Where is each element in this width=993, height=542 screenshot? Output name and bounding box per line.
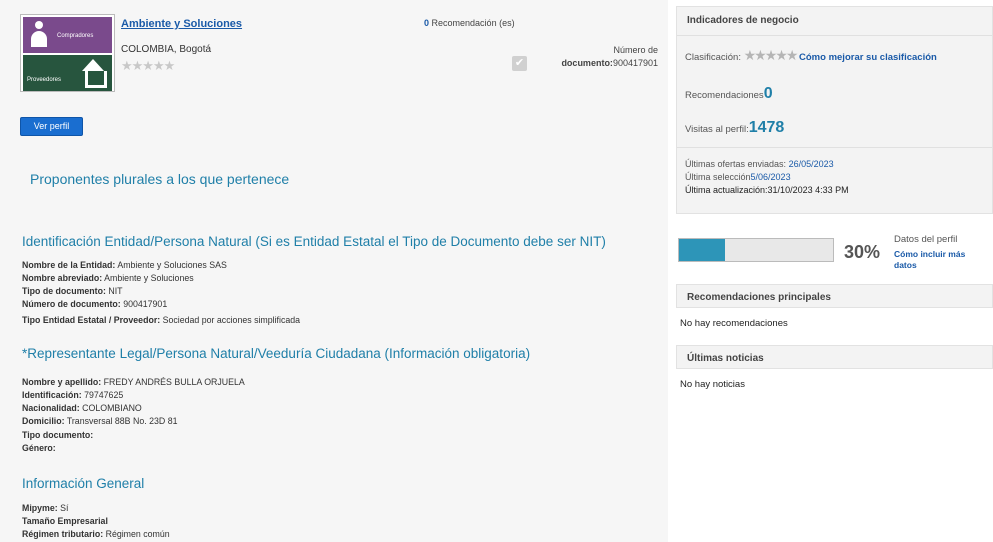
doc-number-label-2: documento:: [561, 58, 613, 68]
doc-number-label-1: Número de: [613, 45, 658, 55]
field-label: Tipo Entidad Estatal / Proveedor:: [22, 315, 161, 325]
field-row: Número de documento: 900417901: [22, 299, 167, 309]
field-value: Ambiente y Soluciones SAS: [117, 260, 227, 270]
field-value: Ambiente y Soluciones: [104, 273, 194, 283]
field-value: Sociedad por acciones simplificada: [162, 315, 301, 325]
document-number: Número de documento:900417901: [561, 44, 658, 70]
recommendations-number[interactable]: 0: [424, 18, 429, 28]
main-content: Compradores Proveedores Ambiente y Soluc…: [0, 0, 668, 542]
recomendaciones-principales-header: Recomendaciones principales: [676, 284, 993, 308]
field-label: Número de documento:: [22, 299, 121, 309]
field-row: Tipo Entidad Estatal / Proveedor: Socied…: [22, 315, 300, 325]
ultima-actualizacion-value: 31/10/2023 4:33 PM: [767, 185, 849, 195]
field-value: COLOMBIANO: [82, 403, 142, 413]
field-label: Identificación:: [22, 390, 82, 400]
logo-compradores-band: Compradores: [23, 17, 112, 53]
ver-perfil-button[interactable]: Ver perfil: [20, 117, 83, 136]
plural-proponents-title: Proponentes plurales a los que pertenece: [30, 171, 290, 187]
company-location: COLOMBIA, Bogotá: [121, 44, 212, 55]
rating-stars-icon: ★★★★★: [121, 58, 175, 73]
field-row: Mipyme: Sí: [22, 503, 68, 513]
field-label: Nacionalidad:: [22, 403, 80, 413]
field-row: Nombre y apellido: FREDY ANDRÉS BULLA OR…: [22, 377, 245, 387]
field-label: Tipo documento:: [22, 430, 94, 440]
field-label: Género:: [22, 443, 56, 453]
recomendaciones-value[interactable]: 0: [764, 85, 773, 102]
profile-progress-fill: [679, 239, 726, 261]
field-value: 900417901: [123, 299, 168, 309]
recommendations-count: 0 Recomendación (es): [424, 18, 515, 28]
ultima-actualizacion-label: Última actualización:: [685, 185, 768, 195]
clasificacion-label: Clasificación:: [685, 52, 741, 63]
ultimas-ofertas-value[interactable]: 26/05/2023: [789, 159, 834, 169]
no-noticias-text: No hay noticias: [680, 379, 745, 390]
recommendations-label: Recomendación (es): [431, 18, 515, 28]
field-label: Nombre de la Entidad:: [22, 260, 116, 270]
field-value: NIT: [108, 286, 123, 296]
field-label: Nombre y apellido:: [22, 377, 102, 387]
clasificacion-row: Clasificación: ★★★★★ Cómo mejorar su cla…: [685, 47, 937, 64]
field-label: Tamaño Empresarial: [22, 516, 108, 526]
field-label: Nombre abreviado:: [22, 273, 103, 283]
profile-percent: 30%: [844, 242, 881, 262]
ultima-actualizacion-row: Última actualización:31/10/2023 4:33 PM: [685, 185, 849, 195]
informacion-general-title: Información General: [22, 476, 145, 491]
ultima-seleccion-label: Última selección: [685, 172, 751, 182]
field-label: Mipyme:: [22, 503, 58, 513]
field-row: Nombre abreviado: Ambiente y Soluciones: [22, 273, 194, 283]
identificacion-title: Identificación Entidad/Persona Natural (…: [22, 234, 606, 249]
field-value: Sí: [60, 503, 69, 513]
field-row: Nombre de la Entidad: Ambiente y Solucio…: [22, 260, 227, 270]
logo-top-text: Compradores: [57, 33, 94, 39]
visitas-row: Visitas al perfil:1478: [685, 119, 784, 137]
no-recomendaciones-text: No hay recomendaciones: [680, 318, 788, 329]
field-label: Régimen tributario:: [22, 529, 104, 539]
field-row: Tamaño Empresarial: [22, 516, 108, 526]
company-logo: Compradores Proveedores: [20, 14, 115, 92]
field-value: Régimen común: [105, 529, 170, 539]
ultimas-noticias-header: Últimas noticias: [676, 345, 993, 369]
recomendaciones-row: Recomendaciones0: [685, 85, 773, 103]
representante-title: *Representante Legal/Persona Natural/Vee…: [22, 346, 531, 361]
person-icon: [29, 21, 49, 49]
logo-proveedores-band: Proveedores: [23, 55, 112, 91]
field-row: Nacionalidad: COLOMBIANO: [22, 403, 142, 413]
field-value: Transversal 88B No. 23D 81: [66, 416, 178, 426]
company-name-link[interactable]: Ambiente y Soluciones: [121, 18, 242, 30]
recomendaciones-label: Recomendaciones: [685, 90, 764, 101]
field-row: Tipo documento:: [22, 430, 93, 440]
ultimas-ofertas-label: Últimas ofertas enviadas:: [685, 159, 787, 169]
field-value: FREDY ANDRÉS BULLA ORJUELA: [103, 377, 245, 387]
indicadores-box: Indicadores de negocio Clasificación: ★★…: [676, 6, 993, 214]
mejorar-clasificacion-link[interactable]: Cómo mejorar su clasificación: [799, 52, 937, 63]
field-row: Identificación: 79747625: [22, 390, 123, 400]
field-row: Género:: [22, 443, 56, 453]
ultima-seleccion-row: Última selección5/06/2023: [685, 172, 791, 182]
datos-perfil-label: Datos del perfil: [894, 234, 958, 245]
visitas-label: Visitas al perfil:: [685, 124, 749, 135]
visitas-value: 1478: [748, 119, 785, 136]
recomendaciones-principales-title: Recomendaciones principales: [687, 292, 831, 303]
clasificacion-stars-icon: ★★★★★: [743, 47, 799, 63]
verified-check-icon: ✔: [512, 56, 527, 71]
ultima-seleccion-value[interactable]: 5/06/2023: [751, 172, 791, 182]
house-icon: [82, 59, 107, 88]
ultimas-ofertas-row: Últimas ofertas enviadas: 26/05/2023: [685, 159, 834, 169]
field-row: Domicilio: Transversal 88B No. 23D 81: [22, 416, 178, 426]
right-panel: Indicadores de negocio Clasificación: ★★…: [676, 0, 993, 542]
incluir-datos-link[interactable]: Cómo incluir más datos: [894, 249, 986, 271]
field-label: Domicilio:: [22, 416, 65, 426]
field-value: 79747625: [84, 390, 124, 400]
indicadores-title: Indicadores de negocio: [687, 15, 799, 26]
logo-bottom-text: Proveedores: [27, 77, 62, 83]
field-label: Tipo de documento:: [22, 286, 106, 296]
field-row: Tipo de documento: NIT: [22, 286, 123, 296]
profile-progress-bar: [678, 238, 834, 262]
field-row: Régimen tributario: Régimen común: [22, 529, 170, 539]
doc-number-value: 900417901: [612, 58, 658, 68]
ultimas-noticias-title: Últimas noticias: [687, 353, 764, 364]
